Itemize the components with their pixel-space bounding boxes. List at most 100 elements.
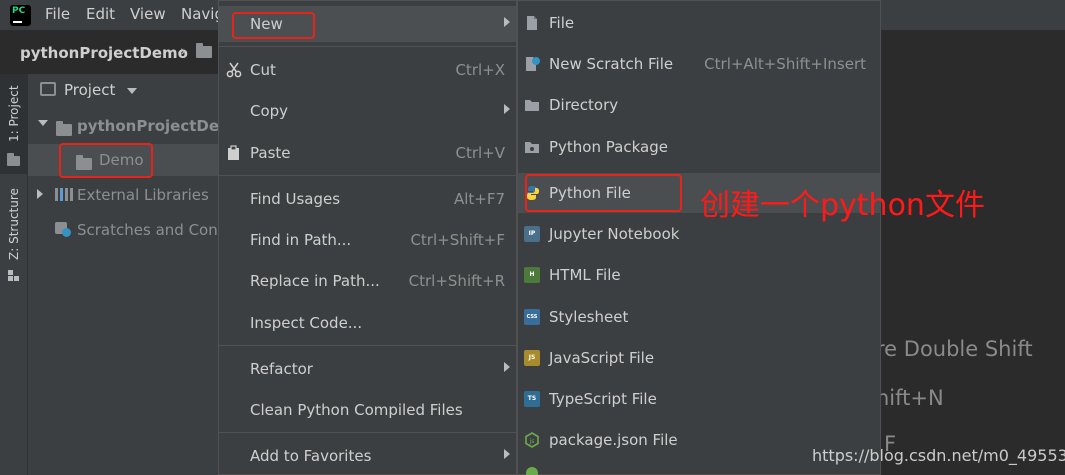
menu-label-clean-compiled: Clean Python Compiled Files (250, 401, 463, 419)
submenu-item-directory[interactable]: Directory (518, 85, 880, 125)
project-view-icon (40, 82, 56, 96)
shortcut-replace-in-path: Ctrl+Shift+R (408, 272, 505, 290)
expand-right-icon[interactable] (37, 189, 43, 199)
submenu-item-scratch-file[interactable]: New Scratch File Ctrl+Alt+Shift+Insert (518, 44, 880, 84)
breadcrumb-project[interactable]: pythonProjectDemo (20, 44, 188, 62)
submenu-label-directory: Directory (549, 96, 619, 114)
menu-item-replace-in-path[interactable]: Replace in Path... Ctrl+Shift+R (219, 263, 516, 299)
submenu-arrow-icon (504, 362, 510, 372)
menu-label-replace-in-path: Replace in Path... (250, 272, 380, 290)
breadcrumb: pythonProjectDemo › (0, 38, 218, 68)
project-panel: Project pythonProjectDem Demo External L… (28, 74, 235, 475)
shortcut-scratch-file: Ctrl+Alt+Shift+Insert (704, 55, 866, 73)
submenu-item-stylesheet[interactable]: CSS Stylesheet (518, 297, 880, 337)
highlight-demo-box (59, 143, 153, 178)
menu-label-copy: Copy (250, 102, 289, 120)
submenu-arrow-icon (504, 104, 510, 114)
submenu-item-file[interactable]: File (518, 3, 880, 43)
shortcut-find-in-path: Ctrl+Shift+F (410, 231, 505, 249)
menu-item-copy[interactable]: Copy (219, 93, 516, 129)
tree-label-root: pythonProjectDem (77, 117, 235, 135)
menu-label-add-to-favorites: Add to Favorites (250, 447, 372, 465)
submenu-item-python-package[interactable]: Python Package (518, 127, 880, 167)
shortcut-find-usages: Alt+F7 (453, 190, 505, 208)
jupyter-badge: IP (524, 226, 540, 242)
tree-label-external: External Libraries (77, 186, 209, 204)
menu-item-find-in-path[interactable]: Find in Path... Ctrl+Shift+F (219, 222, 516, 258)
menu-item-refactor[interactable]: Refactor (219, 351, 516, 387)
menu-item-paste[interactable]: Paste Ctrl+V (219, 135, 516, 171)
tab-structure[interactable]: Z: Structure (7, 188, 21, 260)
js-badge: JS (524, 350, 540, 366)
submenu-label-typescript: TypeScript File (549, 390, 657, 408)
menu-edit[interactable]: Edit (86, 5, 115, 23)
css-badge: CSS (524, 309, 540, 325)
css-file-icon: CSS (524, 309, 540, 325)
project-panel-header: Project (28, 74, 218, 108)
highlight-new-box (232, 12, 315, 39)
submenu-item-javascript-file[interactable]: JS JavaScript File (518, 338, 880, 378)
tree-item-external-libraries[interactable]: External Libraries (28, 179, 218, 211)
menu-label-find-usages: Find Usages (250, 190, 341, 208)
menu-divider (219, 345, 516, 346)
submenu-item-typescript-file[interactable]: TS TypeScript File (518, 379, 880, 419)
directory-icon (524, 97, 540, 113)
menu-label-refactor: Refactor (250, 360, 313, 378)
jupyter-notebook-icon: IP (524, 226, 540, 242)
menu-label-find-in-path: Find in Path... (250, 231, 352, 249)
tree-item-scratches[interactable]: Scratches and Cons (28, 214, 226, 246)
structure-icon (8, 270, 20, 282)
scratch-file-icon (524, 56, 540, 72)
hint-goto-file: hift+N (876, 386, 944, 410)
menu-item-inspect-code[interactable]: Inspect Code... (219, 305, 516, 341)
menu-item-find-usages[interactable]: Find Usages Alt+F7 (219, 181, 516, 217)
submenu-label-file: File (549, 14, 575, 32)
submenu-label-python-package: Python Package (549, 138, 668, 156)
project-view-title[interactable]: Project (64, 81, 115, 99)
breadcrumb-separator: › (180, 42, 186, 60)
menu-item-clean-compiled[interactable]: Clean Python Compiled Files (219, 392, 516, 428)
logo-text: PC (12, 6, 26, 16)
next-item-partial-icon (526, 467, 538, 475)
chevron-down-icon[interactable] (127, 88, 137, 94)
menu-divider (219, 46, 516, 47)
menu-view[interactable]: View (130, 5, 166, 23)
scratches-icon (55, 222, 71, 237)
javascript-file-icon: JS (524, 350, 540, 366)
menu-divider (219, 432, 516, 433)
typescript-file-icon: TS (524, 391, 540, 407)
shortcut-paste: Ctrl+V (455, 144, 505, 162)
file-icon (524, 15, 540, 31)
submenu-item-html-file[interactable]: H HTML File (518, 255, 880, 295)
tree-label-scratches: Scratches and Cons (77, 221, 226, 239)
pycharm-logo-icon: PC (10, 5, 31, 26)
folder-icon (196, 43, 212, 58)
scissors-icon (226, 62, 242, 78)
menu-item-add-to-favorites[interactable]: Add to Favorites (219, 438, 516, 474)
python-package-icon (524, 139, 540, 155)
folder-icon (56, 121, 72, 136)
expand-down-icon[interactable] (38, 120, 48, 126)
menu-file[interactable]: File (45, 5, 70, 23)
tool-window-strip: 1: Project Z: Structure (0, 74, 28, 475)
submenu-label-stylesheet: Stylesheet (549, 308, 629, 326)
menu-label-cut: Cut (250, 61, 276, 79)
tree-item-root[interactable]: pythonProjectDem (28, 110, 235, 142)
submenu-label-scratch-file: New Scratch File (549, 55, 674, 73)
submenu-label-jupyter: Jupyter Notebook (549, 225, 680, 243)
menu-item-cut[interactable]: Cut Ctrl+X (219, 52, 516, 88)
submenu-label-javascript: JavaScript File (549, 349, 655, 367)
ts-badge: TS (524, 391, 540, 407)
project-folder-icon (7, 153, 20, 166)
tab-project-label: 1: Project (7, 85, 21, 142)
svg-text:js: js (529, 438, 535, 445)
hint-search-everywhere: re Double Shift (876, 337, 1033, 361)
submenu-label-html: HTML File (549, 266, 621, 284)
annotation-text: 创建一个python文件 (700, 188, 985, 223)
nodejs-icon: js (524, 432, 540, 448)
menu-label-paste: Paste (250, 144, 291, 162)
menu-divider (219, 175, 516, 176)
highlight-python-file-box (525, 174, 682, 212)
watermark: https://blog.csdn.net/m0_49553756 (812, 446, 1065, 465)
context-menu: New Cut Ctrl+X Copy Paste Ctrl+V Find Us… (218, 0, 517, 475)
